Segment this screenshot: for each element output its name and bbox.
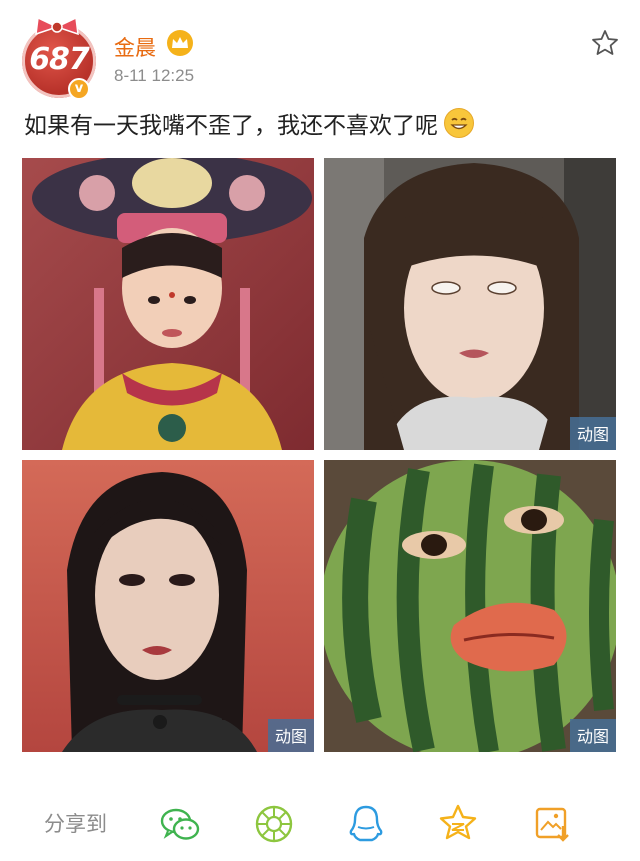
- username[interactable]: 金晨: [114, 32, 156, 62]
- wechat-icon[interactable]: [158, 802, 202, 846]
- avatar[interactable]: 687 v: [22, 16, 96, 100]
- image-stage-portrait[interactable]: 动图: [22, 460, 314, 752]
- save-image-icon[interactable]: [530, 802, 574, 846]
- share-label: 分享到: [44, 812, 107, 836]
- avatar-text: 687: [29, 42, 90, 77]
- favorite-star-icon[interactable]: [590, 28, 620, 58]
- qq-icon[interactable]: [344, 802, 388, 846]
- image-eye-roll-selfie[interactable]: 动图: [324, 158, 616, 450]
- gif-badge: 动图: [569, 719, 616, 752]
- qzone-icon[interactable]: [436, 802, 480, 846]
- gif-badge: 动图: [569, 417, 616, 450]
- crown-icon: [167, 30, 193, 56]
- moments-icon[interactable]: [252, 802, 296, 846]
- post-timestamp: 8-11 12:25: [114, 66, 195, 85]
- share-bar: 分享到: [0, 790, 640, 850]
- image-childhood-costume-photo[interactable]: [22, 158, 314, 450]
- post-text: 如果有一天我嘴不歪了，我还不喜欢了呢: [24, 106, 474, 140]
- image-watermelon-face[interactable]: 动图: [324, 460, 616, 752]
- gif-badge: 动图: [267, 719, 314, 752]
- post-text-content: 如果有一天我嘴不歪了，我还不喜欢了呢: [24, 113, 438, 139]
- bow-icon: [35, 16, 79, 36]
- image-grid: 动图 动图 动图: [22, 158, 618, 752]
- smirk-emoji-icon: [444, 108, 474, 138]
- post-header: 687 v 金晨 8-11 12:25: [22, 10, 622, 100]
- verified-badge: v: [68, 78, 90, 100]
